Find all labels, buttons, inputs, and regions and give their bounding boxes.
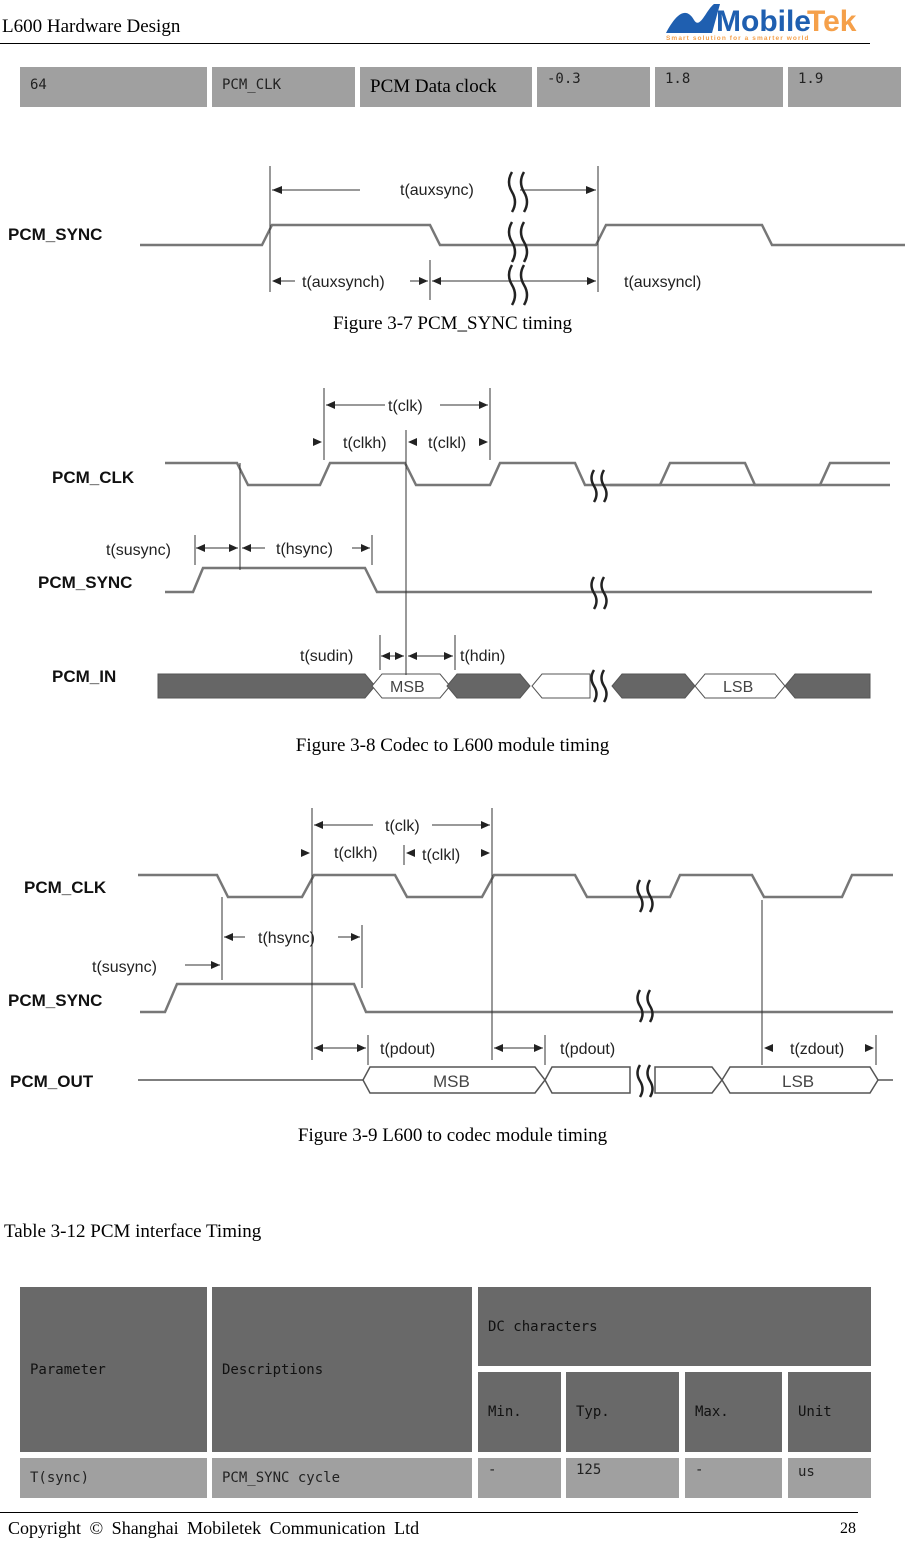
annotation-t-clkl: t(clkl) <box>422 847 460 864</box>
header-divider <box>0 43 870 44</box>
signal-label-pcm-clk: PCM_CLK <box>52 468 135 487</box>
annotation-t-clk: t(clk) <box>385 818 420 835</box>
annotation-t-clk: t(clk) <box>388 398 423 415</box>
cell-pin-name: PCM_CLK <box>212 67 355 107</box>
annotation-t-clkl: t(clkl) <box>428 435 466 452</box>
annotation-t-zdout: t(zdout) <box>790 1041 844 1058</box>
annotation-t-clkh: t(clkh) <box>334 845 378 862</box>
annotation-t-pdout-1: t(pdout) <box>380 1041 435 1058</box>
signal-label-pcm-clk: PCM_CLK <box>24 878 107 897</box>
signal-label-pcm-sync: PCM_SYNC <box>8 991 102 1010</box>
break-marker-icon <box>507 171 529 306</box>
document-header-title: L600 Hardware Design <box>2 16 181 37</box>
logo-brand-right: Tek <box>807 5 857 38</box>
annotation-t-hsync: t(hsync) <box>276 541 333 558</box>
cell-pin-number: 64 <box>20 67 207 107</box>
cell-max: 1.9 <box>788 67 901 107</box>
data-label-lsb: LSB <box>782 1072 814 1091</box>
logo-tagline: Smart solution for a smarter world <box>666 35 810 42</box>
signal-label-pcm-sync: PCM_SYNC <box>8 225 102 244</box>
figure-caption-3-7: Figure 3-7 PCM_SYNC timing <box>332 313 573 334</box>
annotation-t-hsync: t(hsync) <box>258 930 315 947</box>
data-label-lsb: LSB <box>723 679 753 696</box>
mobiletek-logo: Mobile Tek Smart solution for a smarter … <box>666 4 857 42</box>
pcm-clk-waveform <box>138 873 893 899</box>
header-min: Min. <box>478 1372 561 1452</box>
pcm-in-bus <box>157 673 871 699</box>
page-number: 28 <box>840 1520 856 1537</box>
cell-typ: 1.8 <box>655 67 783 107</box>
row-unit: us <box>788 1458 871 1498</box>
header-parameter: Parameter <box>20 1287 207 1452</box>
footer-copyright: Copyright © Shanghai Mobiletek Communica… <box>8 1518 420 1538</box>
figure-pcm-sync-timing: PCM_SYNC t(auxsync) t(auxsynch) t(auxsyn… <box>8 166 905 306</box>
header-unit: Unit <box>788 1372 871 1452</box>
waveforms <box>165 461 890 594</box>
annotation-t-susync: t(susync) <box>106 542 171 559</box>
header-max: Max. <box>685 1372 782 1452</box>
annotation-t-auxsync: t(auxsync) <box>400 182 474 199</box>
figure-module-to-codec-timing: PCM_CLK PCM_SYNC PCM_OUT t(clk) t(clkh) … <box>8 808 893 1098</box>
signal-label-pcm-sync: PCM_SYNC <box>38 573 132 592</box>
row-parameter: T(sync) <box>20 1458 207 1498</box>
break-marker-icon <box>590 469 608 703</box>
header-descriptions: Descriptions <box>212 1287 472 1452</box>
header-dc-characters: DC characters <box>478 1287 871 1366</box>
annotation-t-clkh: t(clkh) <box>343 435 387 452</box>
logo-brand-left: Mobile <box>716 5 811 38</box>
annotation-t-auxsynch: t(auxsynch) <box>302 274 385 291</box>
cell-description: PCM Data clock <box>360 67 532 107</box>
footer-divider <box>0 1512 858 1513</box>
row-max: - <box>685 1458 782 1498</box>
annotation-t-pdout-2: t(pdout) <box>560 1041 615 1058</box>
cell-min: -0.3 <box>537 67 650 107</box>
table-caption: Table 3-12 PCM interface Timing <box>4 1221 262 1242</box>
annotation-t-auxsyncl: t(auxsyncl) <box>624 274 701 291</box>
logo-wave-icon <box>666 4 720 33</box>
row-typ: 125 <box>566 1458 679 1498</box>
data-label-msb: MSB <box>390 679 425 696</box>
signal-label-pcm-in: PCM_IN <box>52 667 116 686</box>
pcm-sync-waveform <box>165 566 872 594</box>
pcm-clk-waveform <box>165 461 890 487</box>
signal-label-pcm-out: PCM_OUT <box>10 1072 94 1091</box>
annotation-t-sudin: t(sudin) <box>300 648 353 665</box>
figure-caption-3-9: Figure 3-9 L600 to codec module timing <box>297 1125 608 1146</box>
break-marker-icon <box>636 879 654 1098</box>
data-label-msb: MSB <box>433 1072 470 1091</box>
header-typ: Typ. <box>566 1372 679 1452</box>
pcm-out-bus <box>138 1066 893 1094</box>
row-description: PCM_SYNC cycle <box>212 1458 472 1498</box>
figure-codec-to-module-timing: PCM_CLK PCM_SYNC PCM_IN t(clk) t(clkh) t… <box>38 388 890 703</box>
annotation-t-susync: t(susync) <box>92 959 157 976</box>
annotation-t-hdin: t(hdin) <box>460 648 505 665</box>
figure-caption-3-8: Figure 3-8 Codec to L600 module timing <box>295 735 610 756</box>
row-min: - <box>478 1458 561 1498</box>
timing-markers <box>194 388 491 675</box>
pcm-sync-waveform <box>140 982 893 1014</box>
waveforms <box>138 873 893 1014</box>
